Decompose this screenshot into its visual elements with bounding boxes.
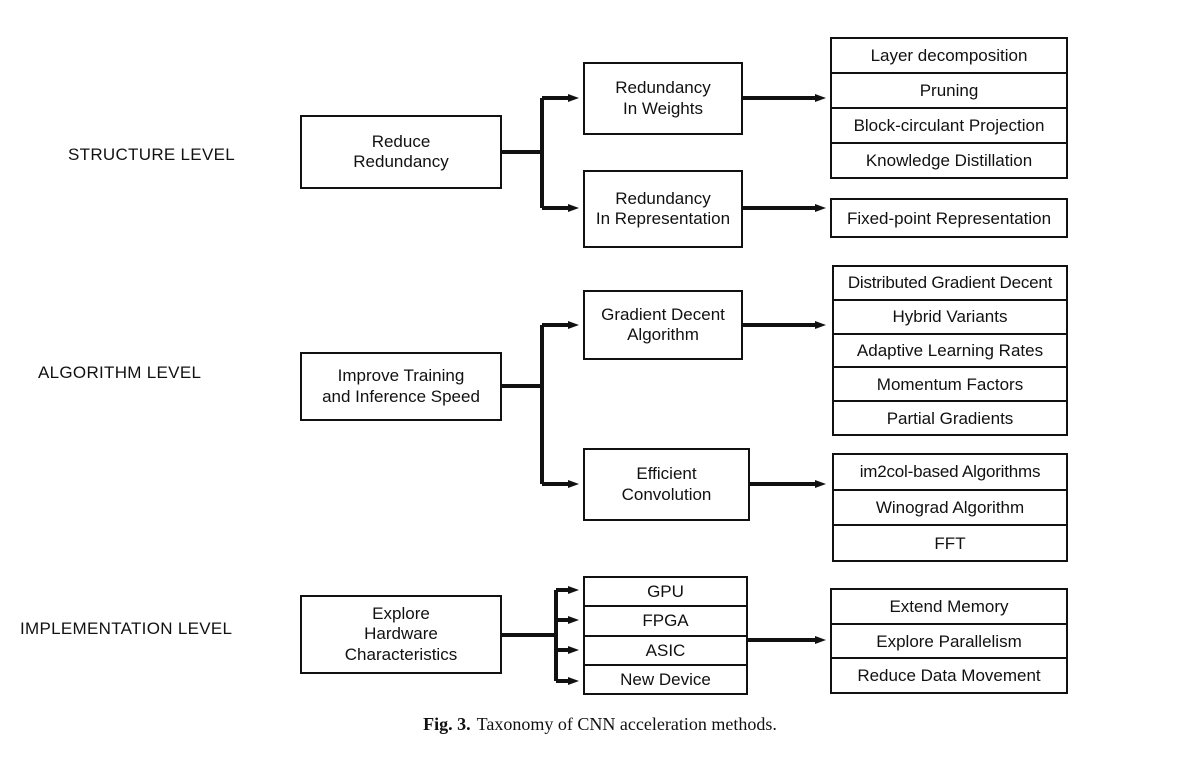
outcome-stack: Extend Memory Explore Parallelism Reduce… (830, 588, 1068, 694)
leaf-item[interactable]: Hybrid Variants (834, 301, 1066, 335)
leaf-item[interactable]: Block-circulant Projection (832, 109, 1066, 144)
level-label-structure: STRUCTURE LEVEL (68, 145, 235, 164)
hardware-item[interactable]: ASIC (585, 637, 746, 666)
outcome-item[interactable]: Extend Memory (832, 590, 1066, 625)
leaf-stack-gradient-decent-algorithm: Distributed Gradient Decent Hybrid Varia… (832, 265, 1068, 436)
hardware-stack: GPU FPGA ASIC New Device (583, 576, 748, 695)
root-node-explore-hardware-characteristics[interactable]: Explore Hardware Characteristics (300, 595, 502, 674)
level-label-implementation: IMPLEMENTATION LEVEL (20, 619, 233, 638)
leaf-item[interactable]: FFT (834, 526, 1066, 560)
leaf-item[interactable]: Partial Gradients (834, 402, 1066, 434)
branch-node-efficient-convolution[interactable]: Efficient Convolution (583, 448, 750, 521)
figure-taxonomy-cnn-acceleration: STRUCTURE LEVEL Reduce Redundancy Redund… (0, 0, 1200, 758)
leaf-stack-redundancy-in-weights: Layer decomposition Pruning Block-circul… (830, 37, 1068, 179)
branch-node-redundancy-in-representation[interactable]: Redundancy In Representation (583, 170, 743, 248)
outcome-item[interactable]: Explore Parallelism (832, 625, 1066, 660)
branch-node-gradient-decent-algorithm[interactable]: Gradient Decent Algorithm (583, 290, 743, 360)
leaf-item[interactable]: Layer decomposition (832, 39, 1066, 74)
leaf-item[interactable]: Adaptive Learning Rates (834, 335, 1066, 369)
hardware-item[interactable]: New Device (585, 666, 746, 693)
figure-caption: Fig. 3. Taxonomy of CNN acceleration meth… (0, 714, 1200, 735)
outcome-item[interactable]: Reduce Data Movement (832, 659, 1066, 692)
hardware-item[interactable]: GPU (585, 578, 746, 608)
root-node-improve-training-speed[interactable]: Improve Training and Inference Speed (300, 352, 502, 421)
leaf-item[interactable]: Momentum Factors (834, 368, 1066, 403)
leaf-item[interactable]: Distributed Gradient Decent (834, 267, 1066, 301)
figure-number: Fig. 3. (423, 714, 471, 734)
root-node-reduce-redundancy[interactable]: Reduce Redundancy (300, 115, 502, 189)
leaf-item[interactable]: Fixed-point Representation (832, 200, 1066, 236)
branch-node-redundancy-in-weights[interactable]: Redundancy In Weights (583, 62, 743, 135)
leaf-item[interactable]: Pruning (832, 74, 1066, 109)
leaf-stack-redundancy-in-representation: Fixed-point Representation (830, 198, 1068, 238)
hardware-item[interactable]: FPGA (585, 607, 746, 637)
leaf-item[interactable]: Knowledge Distillation (832, 144, 1066, 177)
leaf-item[interactable]: im2col-based Algorithms (834, 455, 1066, 491)
level-label-algorithm: ALGORITHM LEVEL (38, 363, 202, 382)
leaf-stack-efficient-convolution: im2col-based Algorithms Winograd Algorit… (832, 453, 1068, 562)
figure-caption-text: Taxonomy of CNN acceleration methods. (476, 714, 777, 734)
leaf-item[interactable]: Winograd Algorithm (834, 491, 1066, 527)
